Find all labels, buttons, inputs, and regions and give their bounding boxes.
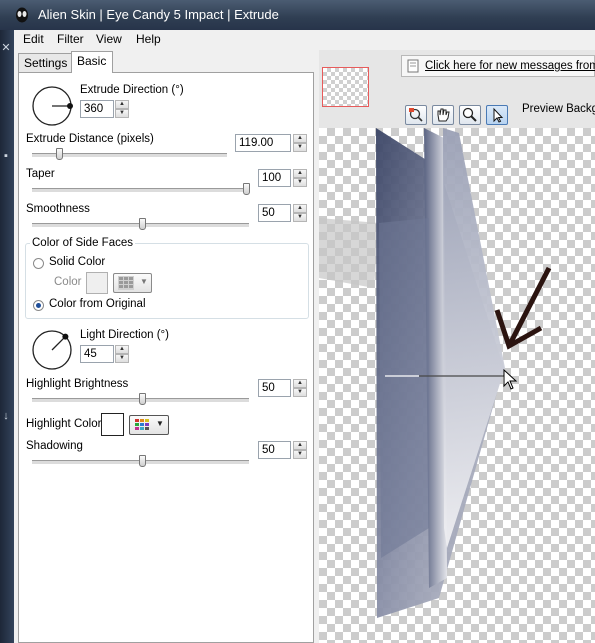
taper-label: Taper (26, 168, 55, 180)
background-app-strip: ✕ ▪ ↓ (0, 30, 14, 643)
light-direction-value: 45 (84, 348, 97, 360)
highlight-color-label: Highlight Color (26, 418, 102, 430)
taper-value: 100 (262, 172, 282, 184)
spin-down-icon[interactable]: ▼ (293, 213, 307, 222)
light-direction-dial[interactable] (31, 329, 73, 371)
spin-down-icon[interactable]: ▼ (293, 178, 307, 187)
spin-down-icon[interactable]: ▼ (115, 109, 129, 118)
strip-icon: ▪ (4, 150, 8, 162)
smoothness-value: 50 (262, 207, 275, 219)
zoom-fit-icon (409, 108, 423, 122)
navigator-thumbnail[interactable] (322, 67, 369, 107)
close-icon[interactable]: ✕ (0, 42, 12, 54)
zoom-fit-button[interactable] (405, 105, 427, 125)
menu-filter[interactable]: Filter (57, 32, 84, 46)
highlight-brightness-slider-thumb[interactable] (139, 393, 146, 405)
chevron-down-icon: ▼ (156, 419, 164, 428)
shadowing-label: Shadowing (26, 440, 83, 452)
spin-down-icon[interactable]: ▼ (293, 388, 307, 397)
tab-basic[interactable]: Basic (71, 51, 113, 73)
highlight-brightness-input[interactable]: 50 (258, 379, 291, 397)
pointer-tool-button[interactable] (486, 105, 508, 125)
extrude-distance-slider-thumb[interactable] (56, 148, 63, 160)
light-direction-spinner[interactable]: ▲ ▼ (115, 345, 129, 363)
strip-arrow-icon: ↓ (3, 410, 9, 422)
spin-up-icon[interactable]: ▲ (115, 100, 129, 109)
color-from-original-radio[interactable] (33, 300, 44, 311)
extrude-direction-spinner[interactable]: ▲ ▼ (115, 100, 129, 118)
window-title: Alien Skin | Eye Candy 5 Impact | Extrud… (38, 7, 279, 22)
extrude-preview-image (319, 128, 552, 618)
menu-bar: Edit Filter View Help (14, 30, 595, 51)
taper-input[interactable]: 100 (258, 169, 291, 187)
taper-slider[interactable] (32, 188, 249, 193)
messages-link[interactable]: Click here for new messages from Al (425, 60, 595, 72)
spin-up-icon[interactable]: ▲ (293, 379, 307, 388)
highlight-brightness-spinner[interactable]: ▲ ▼ (293, 379, 307, 397)
shadowing-spinner[interactable]: ▲ ▼ (293, 441, 307, 459)
extrude-direction-value: 360 (84, 103, 104, 115)
spin-down-icon[interactable]: ▼ (293, 143, 307, 152)
color-grid-icon (118, 276, 134, 290)
color-grid-icon (135, 419, 149, 430)
extrude-direction-dial[interactable] (31, 85, 73, 127)
taper-spinner[interactable]: ▲ ▼ (293, 169, 307, 187)
chevron-down-icon: ▼ (140, 277, 148, 286)
spin-up-icon[interactable]: ▲ (293, 441, 307, 450)
shadowing-input[interactable]: 50 (258, 441, 291, 459)
spin-up-icon[interactable]: ▲ (293, 204, 307, 213)
extrude-direction-label: Extrude Direction (°) (80, 84, 184, 96)
pointer-icon (493, 107, 504, 123)
hand-icon (437, 108, 450, 122)
side-faces-label: Color of Side Faces (30, 237, 135, 249)
settings-panel: Settings Basic Extrude Direction (°) 360… (14, 50, 319, 643)
preview-background-label[interactable]: Preview Backgr (522, 103, 595, 115)
spin-up-icon[interactable]: ▲ (115, 345, 129, 354)
extrude-direction-input[interactable]: 360 (80, 100, 114, 118)
menu-view[interactable]: View (96, 32, 122, 46)
shadowing-slider-thumb[interactable] (139, 455, 146, 467)
highlight-brightness-label: Highlight Brightness (26, 378, 129, 390)
smoothness-input[interactable]: 50 (258, 204, 291, 222)
basic-tab-body: Extrude Direction (°) 360 ▲ ▼ Extrude Dis… (18, 72, 314, 643)
color-from-original-label: Color from Original (49, 298, 146, 310)
menu-edit[interactable]: Edit (23, 32, 44, 46)
spin-up-icon[interactable]: ▲ (293, 134, 307, 143)
magnifier-icon (462, 107, 477, 122)
tab-settings[interactable]: Settings (18, 53, 74, 72)
title-bar: Alien Skin | Eye Candy 5 Impact | Extrud… (0, 0, 595, 30)
shadowing-value: 50 (262, 444, 275, 456)
extrude-distance-label: Extrude Distance (pixels) (26, 133, 154, 145)
taper-slider-thumb[interactable] (243, 183, 250, 195)
message-bar[interactable]: Click here for new messages from Al (401, 55, 595, 77)
extrude-distance-input[interactable]: 119.00 (235, 134, 291, 152)
alien-skin-logo-icon (16, 7, 28, 23)
highlight-brightness-value: 50 (262, 382, 275, 394)
spin-down-icon[interactable]: ▼ (293, 450, 307, 459)
side-color-picker-button[interactable]: ▼ (113, 273, 152, 293)
highlight-color-picker-button[interactable]: ▼ (129, 415, 169, 435)
spin-up-icon[interactable]: ▲ (293, 169, 307, 178)
light-direction-label: Light Direction (°) (80, 329, 169, 341)
spin-down-icon[interactable]: ▼ (115, 354, 129, 363)
menu-help[interactable]: Help (136, 32, 161, 46)
solid-color-label: Solid Color (49, 256, 106, 268)
zoom-tool-button[interactable] (459, 105, 481, 125)
color-label: Color (54, 276, 82, 288)
smoothness-label: Smoothness (26, 203, 90, 215)
light-direction-input[interactable]: 45 (80, 345, 114, 363)
smoothness-spinner[interactable]: ▲ ▼ (293, 204, 307, 222)
highlight-color-swatch[interactable] (101, 413, 124, 436)
extrude-distance-value: 119.00 (239, 137, 274, 149)
hand-tool-button[interactable] (432, 105, 454, 125)
extrude-distance-spinner[interactable]: ▲ ▼ (293, 134, 307, 152)
smoothness-slider-thumb[interactable] (139, 218, 146, 230)
side-color-swatch[interactable] (86, 272, 108, 294)
solid-color-radio[interactable] (33, 258, 44, 269)
message-icon (407, 59, 419, 73)
mouse-cursor-icon (503, 368, 518, 390)
